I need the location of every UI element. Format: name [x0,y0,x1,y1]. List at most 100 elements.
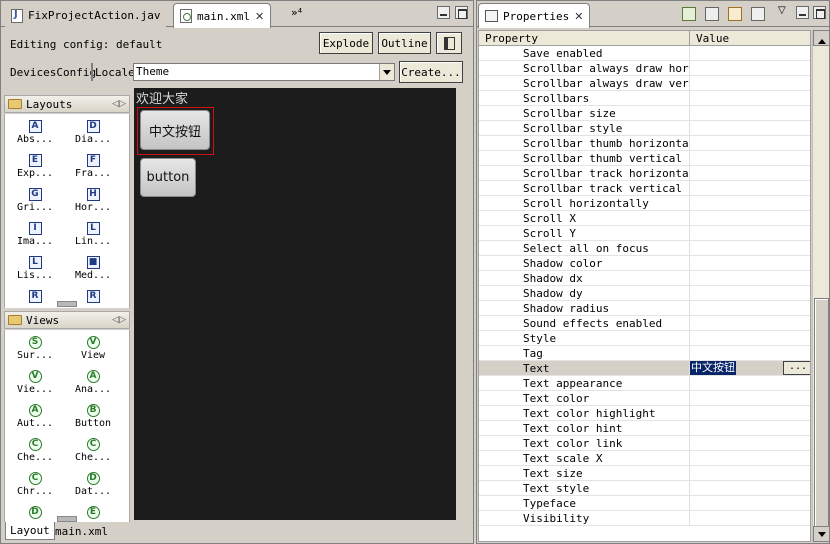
palette-scroll-handle[interactable] [57,301,77,307]
properties-scrollbar[interactable] [812,30,830,542]
table-row[interactable]: Scrollbar thumb vertical [479,151,810,166]
table-row[interactable]: Text color highlight [479,406,810,421]
button-widget[interactable]: button [140,158,196,197]
property-value[interactable] [689,301,810,316]
minimize-icon[interactable] [437,6,450,19]
table-row[interactable]: Text appearance [479,376,810,391]
property-value[interactable] [689,166,810,181]
property-value[interactable] [689,256,810,271]
minimize-icon[interactable] [796,6,809,19]
palette-item[interactable]: B Button [67,404,119,429]
table-row[interactable]: Scrollbar always draw vertical [479,76,810,91]
property-value[interactable] [689,466,810,481]
property-value[interactable] [689,331,810,346]
chevron-down-icon[interactable] [379,64,394,80]
browse-button[interactable]: ... [783,361,810,375]
table-row[interactable]: Select all on focus [479,241,810,256]
table-row[interactable]: Typeface [479,496,810,511]
table-row[interactable]: Text color hint [479,421,810,436]
chinese-button-widget[interactable]: 中文按钮 [140,110,210,150]
table-row[interactable]: Text scale X [479,451,810,466]
layouts-palette-header[interactable]: Layouts ◁▷ [4,95,130,113]
property-value[interactable] [689,421,810,436]
property-value[interactable] [689,46,810,61]
table-row[interactable]: Scrollbar style [479,121,810,136]
tab-main-xml[interactable]: main.xml ✕ [173,3,272,28]
palette-item[interactable]: I Ima... [9,222,61,247]
property-value[interactable] [689,316,810,331]
property-value[interactable] [689,451,810,466]
property-value[interactable]: 中文按钮... [689,361,810,376]
palette-item[interactable]: V View [67,336,119,361]
palette-item[interactable]: D Dat... [67,472,119,497]
table-row[interactable]: Style [479,331,810,346]
view-menu-icon[interactable]: ▽ [778,5,786,16]
property-value[interactable] [689,241,810,256]
palette-item[interactable]: D Dia... [67,120,119,145]
close-icon[interactable]: ✕ [255,10,264,23]
table-row[interactable]: Shadow dx [479,271,810,286]
property-value[interactable] [689,226,810,241]
table-row[interactable]: Scroll X [479,211,810,226]
palette-item[interactable]: E Exp... [9,154,61,179]
theme-select[interactable]: Theme [133,63,395,81]
property-value[interactable] [689,391,810,406]
close-icon[interactable]: ✕ [574,10,583,23]
palette-item[interactable]: A Abs... [9,120,61,145]
maximize-icon[interactable] [455,6,468,19]
canvas-textview[interactable]: 欢迎大家 [136,88,188,107]
collapse-icon[interactable]: ◁▷ [112,315,126,325]
palette-item[interactable]: G Gri... [9,188,61,213]
table-row[interactable]: Text color link [479,436,810,451]
palette-item[interactable]: C Chr... [9,472,61,497]
tab-layout[interactable]: Layout [5,522,55,540]
table-row[interactable]: Save enabled [479,46,810,61]
maximize-icon[interactable] [813,6,826,19]
table-row[interactable]: Shadow color [479,256,810,271]
more-tabs-button[interactable]: »⁴ [291,6,302,19]
property-value[interactable] [689,91,810,106]
pin-icon[interactable] [682,7,696,21]
property-value[interactable] [689,481,810,496]
palette-item[interactable]: ■ Med... [67,256,119,281]
property-value[interactable] [689,121,810,136]
palette-item[interactable]: R [9,290,61,304]
tab-main-xml-source[interactable]: main.xml [51,522,112,540]
create-button[interactable]: Create... [399,61,463,83]
tab-fixprojectaction[interactable]: FixProjectAction.jav [5,4,167,27]
property-value[interactable] [689,376,810,391]
property-value[interactable] [689,436,810,451]
scrollbar-thumb[interactable] [814,298,829,528]
explode-button[interactable]: Explode [319,32,373,54]
table-row[interactable]: Scrollbar thumb horizontal [479,136,810,151]
column-header-property[interactable]: Property [479,31,689,46]
table-row[interactable]: Visibility [479,511,810,526]
table-row[interactable]: Text 中文按钮... [479,361,810,376]
table-row[interactable]: Scroll horizontally [479,196,810,211]
property-value[interactable] [689,271,810,286]
outline-button[interactable]: Outline [378,32,431,54]
palette-item[interactable]: C Che... [67,438,119,463]
table-row[interactable]: Sound effects enabled [479,316,810,331]
table-row[interactable]: Scrollbar track vertical [479,181,810,196]
table-row[interactable]: Shadow radius [479,301,810,316]
table-row[interactable]: Scroll Y [479,226,810,241]
table-row[interactable]: Text size [479,466,810,481]
toggle-layout-button[interactable] [436,32,462,54]
property-value[interactable] [689,76,810,91]
palette-item[interactable]: V Vie... [9,370,61,395]
property-value[interactable] [689,346,810,361]
palette-item[interactable]: H Hor... [67,188,119,213]
filter-icon[interactable] [728,7,742,21]
property-value[interactable] [689,496,810,511]
palette-item[interactable]: L Lin... [67,222,119,247]
table-row[interactable]: Scrollbars [479,91,810,106]
layout-canvas[interactable]: 欢迎大家 中文按钮 button [134,88,456,520]
property-value[interactable] [689,181,810,196]
scroll-down-icon[interactable] [813,526,830,542]
palette-item[interactable]: S Sur... [9,336,61,361]
table-row[interactable]: Scrollbar track horizontal [479,166,810,181]
palette-item[interactable]: A Aut... [9,404,61,429]
text-value-input[interactable]: 中文按钮 [690,361,736,375]
palette-item[interactable]: F Fra... [67,154,119,179]
